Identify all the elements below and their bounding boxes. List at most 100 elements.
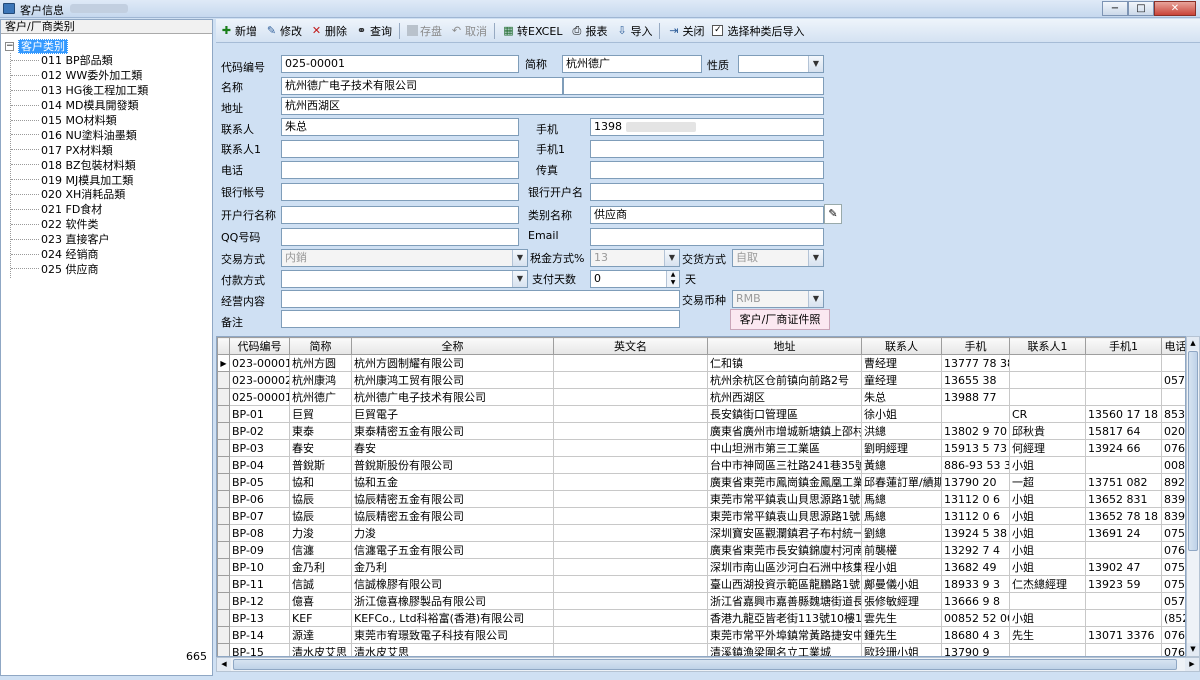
table-cell[interactable]: [1009, 354, 1086, 372]
table-cell[interactable]: 清水皮艾思: [351, 643, 554, 656]
remark-field[interactable]: [281, 310, 680, 328]
row-indicator[interactable]: [217, 541, 230, 559]
tree-item-label[interactable]: 012 WW委外加工類: [39, 67, 142, 83]
table-cell[interactable]: 協辰: [289, 490, 352, 508]
table-cell[interactable]: [553, 354, 708, 372]
dropdown-arrow-icon[interactable]: ▼: [664, 250, 679, 266]
close-window-button[interactable]: ✕: [1154, 1, 1196, 16]
table-cell[interactable]: 025-00001: [229, 388, 290, 406]
table-cell[interactable]: [1009, 643, 1086, 656]
table-cell[interactable]: 892: [1161, 473, 1185, 491]
table-cell[interactable]: 075: [1161, 558, 1185, 576]
table-cell[interactable]: [553, 456, 708, 474]
table-cell[interactable]: [553, 626, 708, 644]
table-cell[interactable]: 13112 0 6: [941, 490, 1010, 508]
table-cell[interactable]: [553, 490, 708, 508]
table-cell[interactable]: 小姐: [1009, 524, 1086, 542]
scroll-right-icon[interactable]: ▶: [1185, 658, 1199, 671]
table-cell[interactable]: 杭州方圆制耀有限公司: [351, 354, 554, 372]
table-cell[interactable]: BP-06: [229, 490, 290, 508]
table-cell[interactable]: [1161, 354, 1185, 372]
table-cell[interactable]: 信誠橡膠有限公司: [351, 575, 554, 593]
table-cell[interactable]: [553, 371, 708, 389]
address-field[interactable]: 杭州西湖区: [281, 97, 824, 115]
email-field[interactable]: [590, 228, 824, 246]
table-cell[interactable]: 徐小姐: [861, 405, 942, 423]
column-header[interactable]: 地址: [707, 337, 862, 355]
table-cell[interactable]: [1085, 592, 1162, 610]
table-cell[interactable]: 057: [1161, 592, 1185, 610]
table-cell[interactable]: 13751 082: [1085, 473, 1162, 491]
table-row[interactable]: BP-03 春安 春安 中山坦洲市第三工業區 劉明經理 15913 5 73 何經理 1392…: [217, 439, 1185, 457]
table-row[interactable]: BP-12 億喜 浙江億喜橡膠製品有限公司 浙江省嘉興市嘉善縣魏塘街道長家 張修敏經理 1…: [217, 592, 1185, 610]
row-indicator[interactable]: [217, 422, 230, 440]
scroll-left-icon[interactable]: ◀: [217, 658, 231, 671]
table-cell[interactable]: 13292 7 4: [941, 541, 1010, 559]
scroll-down-icon[interactable]: ▼: [1187, 643, 1199, 656]
table-cell[interactable]: 鄺曼儀小姐: [861, 575, 942, 593]
name-extra-field[interactable]: [563, 77, 824, 95]
table-cell[interactable]: [1009, 371, 1086, 389]
table-cell[interactable]: 東泰: [289, 422, 352, 440]
table-cell[interactable]: 一超: [1009, 473, 1086, 491]
table-row[interactable]: BP-08 力浚 力浚 深圳寶安區觀瀾鎮君子布村統一工 劉總 13924 5 38 小姐 13…: [217, 524, 1185, 542]
export-excel-button[interactable]: ▦ 转EXCEL: [498, 21, 566, 41]
table-cell[interactable]: [553, 439, 708, 457]
column-header[interactable]: 联系人1: [1009, 337, 1086, 355]
tree-item[interactable]: 014 MD模具開發類: [11, 98, 148, 113]
table-row[interactable]: BP-11 信誠 信誠橡膠有限公司 臺山西湖投資示範區龍鵬路1號 鄺曼儀小姐 18933 …: [217, 575, 1185, 593]
table-cell[interactable]: 廣東省東莞市長安鎮錦廈村河南工: [707, 541, 862, 559]
table-cell[interactable]: 東泰精密五金有限公司: [351, 422, 554, 440]
table-cell[interactable]: 信瀍: [289, 541, 352, 559]
category-picker-button[interactable]: ✎: [824, 204, 842, 224]
table-cell[interactable]: 億喜: [289, 592, 352, 610]
edit-button[interactable]: ✎ 修改: [261, 21, 306, 41]
table-cell[interactable]: 廣東省廣州市增城新塘鎮上邵村長: [707, 422, 862, 440]
table-cell[interactable]: 臺山西湖投資示範區龍鵬路1號: [707, 575, 862, 593]
table-cell[interactable]: 張修敏經理: [861, 592, 942, 610]
column-header[interactable]: 代码编号: [229, 337, 290, 355]
row-indicator[interactable]: [217, 558, 230, 576]
category-field[interactable]: 供应商: [590, 206, 824, 224]
table-row[interactable]: BP-01 巨貿 巨貿電子 長安鎮街口管理區 徐小姐 CR 13560 17 18 853: [217, 405, 1185, 423]
table-cell[interactable]: 853: [1161, 405, 1185, 423]
horizontal-scrollbar[interactable]: ◀ ▶: [216, 657, 1200, 672]
column-header[interactable]: 联系人: [861, 337, 942, 355]
dropdown-arrow-icon[interactable]: ▼: [808, 250, 823, 266]
bank-account-field[interactable]: [281, 183, 519, 201]
tree-item-label[interactable]: 014 MD模具開發類: [39, 97, 138, 113]
table-cell[interactable]: 廣東省東莞市鳳崗鎮金鳳凰工業區: [707, 473, 862, 491]
table-row[interactable]: BP-02 東泰 東泰精密五金有限公司 廣東省廣州市增城新塘鎮上邵村長 洪總 13802 …: [217, 422, 1185, 440]
contact1-field[interactable]: [281, 140, 519, 158]
table-cell[interactable]: 浙江億喜橡膠製品有限公司: [351, 592, 554, 610]
table-cell[interactable]: BP-02: [229, 422, 290, 440]
table-cell[interactable]: 15817 64: [1085, 422, 1162, 440]
table-cell[interactable]: BP-08: [229, 524, 290, 542]
row-indicator[interactable]: [217, 524, 230, 542]
table-cell[interactable]: 18933 9 3: [941, 575, 1010, 593]
query-button[interactable]: ⚭ 查询: [351, 21, 396, 41]
table-cell[interactable]: [1009, 388, 1086, 406]
table-cell[interactable]: [553, 388, 708, 406]
table-cell[interactable]: BP-13: [229, 609, 290, 627]
tax-mode-select[interactable]: 13 ▼: [590, 249, 680, 267]
currency-select[interactable]: RMB ▼: [732, 290, 824, 308]
row-indicator[interactable]: [217, 439, 230, 457]
report-button[interactable]: ⎙ 报表: [566, 21, 611, 41]
row-indicator[interactable]: [217, 626, 230, 644]
table-cell[interactable]: 邱春蓮訂單/績期: [861, 473, 942, 491]
table-cell[interactable]: [1085, 371, 1162, 389]
table-cell[interactable]: 歐玲珊小姐: [861, 643, 942, 656]
table-cell[interactable]: 清水皮艾思: [289, 643, 352, 656]
table-cell[interactable]: 076: [1161, 643, 1185, 656]
table-row[interactable]: 023-00002 杭州康鸿 杭州康鸿工贸有限公司 杭州余杭区仓前镇向前路2号 童经理 1…: [217, 371, 1185, 389]
table-cell[interactable]: 杭州德广: [289, 388, 352, 406]
column-header[interactable]: 电话: [1161, 337, 1185, 355]
table-cell[interactable]: 馬總: [861, 490, 942, 508]
checkbox-check[interactable]: ✓: [712, 25, 724, 36]
delete-button[interactable]: ✕ 删除: [306, 21, 351, 41]
tree-item[interactable]: 022 软件类: [11, 217, 148, 232]
current-row-pointer-icon[interactable]: ▶: [217, 354, 230, 372]
table-cell[interactable]: 886-93 53 39: [941, 456, 1010, 474]
table-row[interactable]: BP-10 金乃利 金乃利 深圳市南山區沙河白石洲中核集團 程小姐 13682 49 小姐 1…: [217, 558, 1185, 576]
